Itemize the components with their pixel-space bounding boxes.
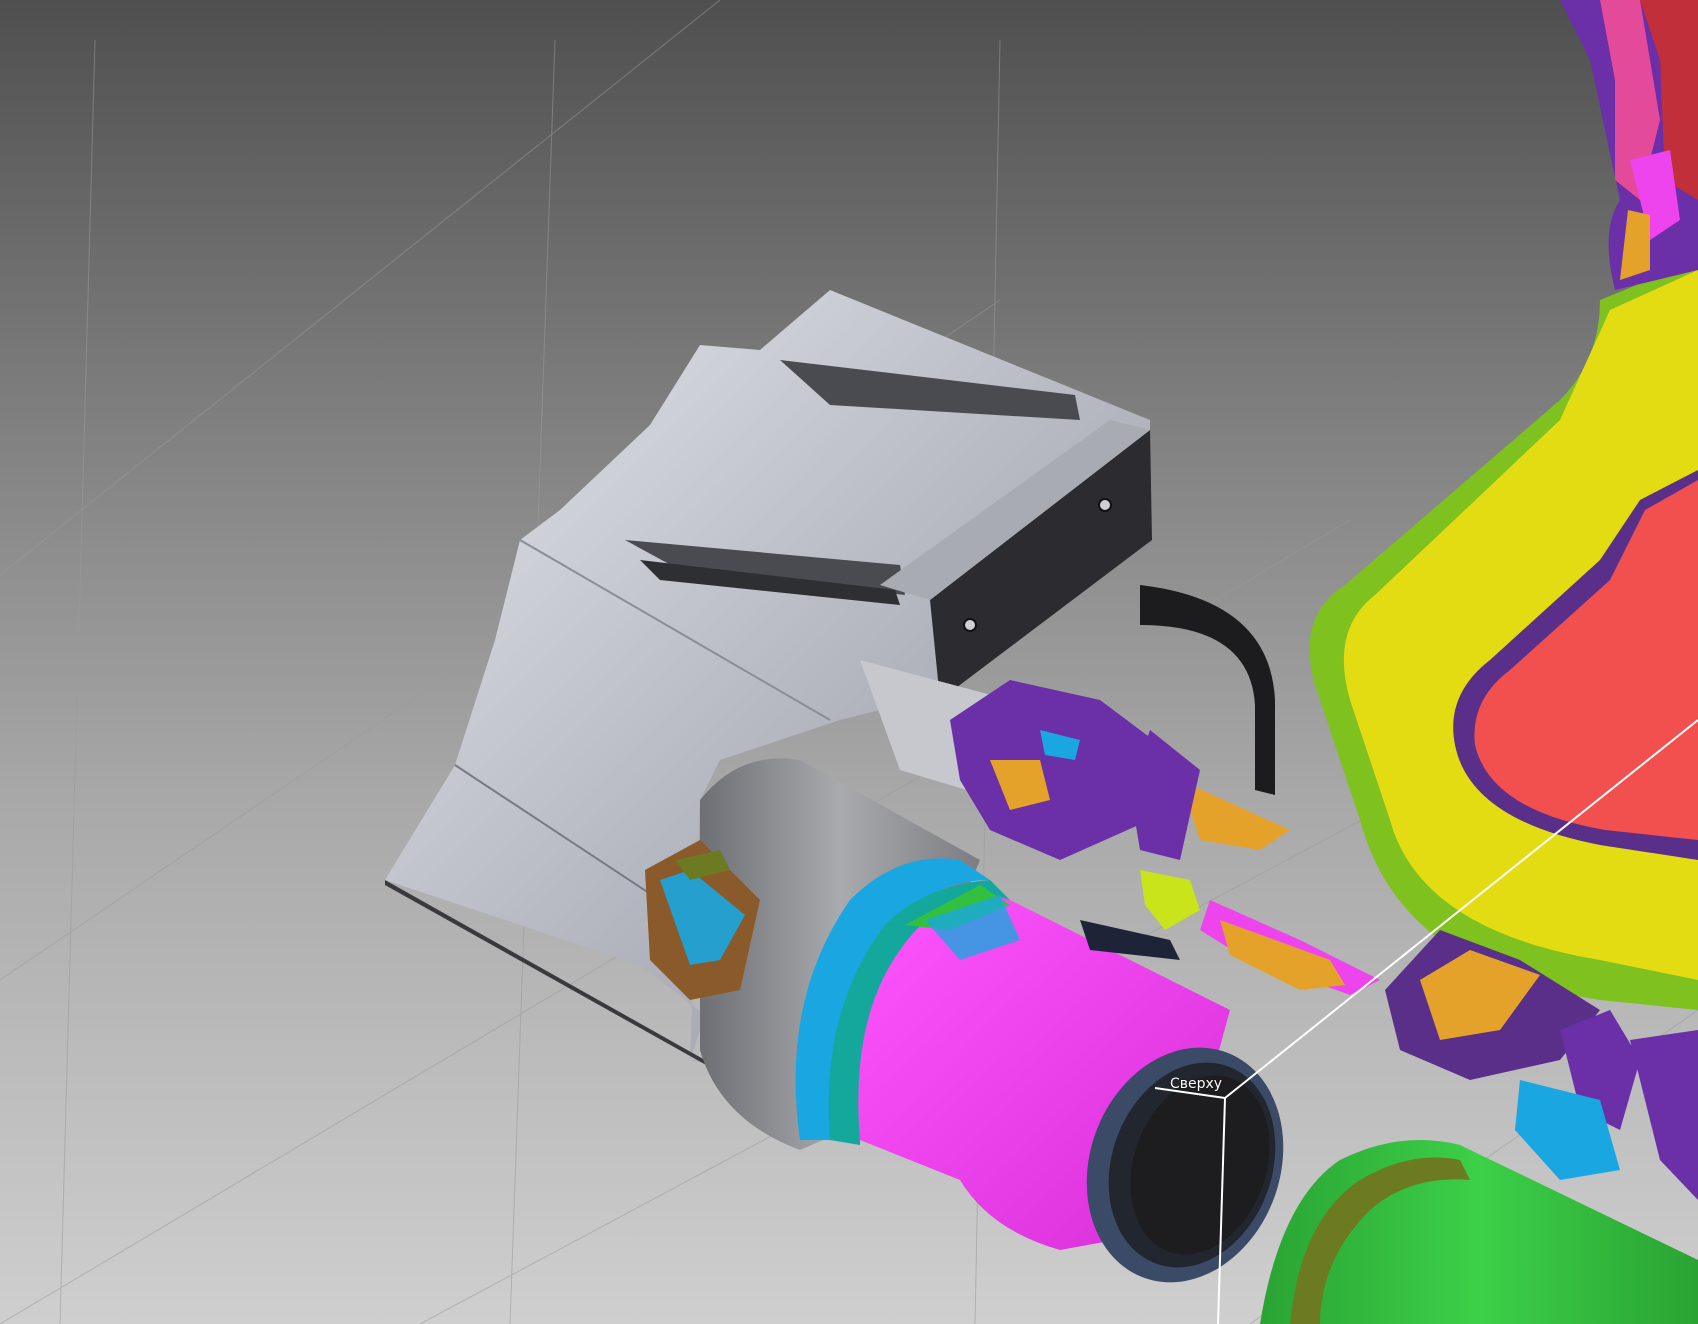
plane-label-top[interactable]: Сверху: [1170, 1076, 1222, 1092]
3d-viewport[interactable]: Сверху: [0, 0, 1698, 1324]
scanned-mesh-right[interactable]: [1309, 0, 1698, 1010]
scene-canvas[interactable]: [0, 0, 1698, 1324]
green-cylinder[interactable]: [1260, 1140, 1698, 1324]
